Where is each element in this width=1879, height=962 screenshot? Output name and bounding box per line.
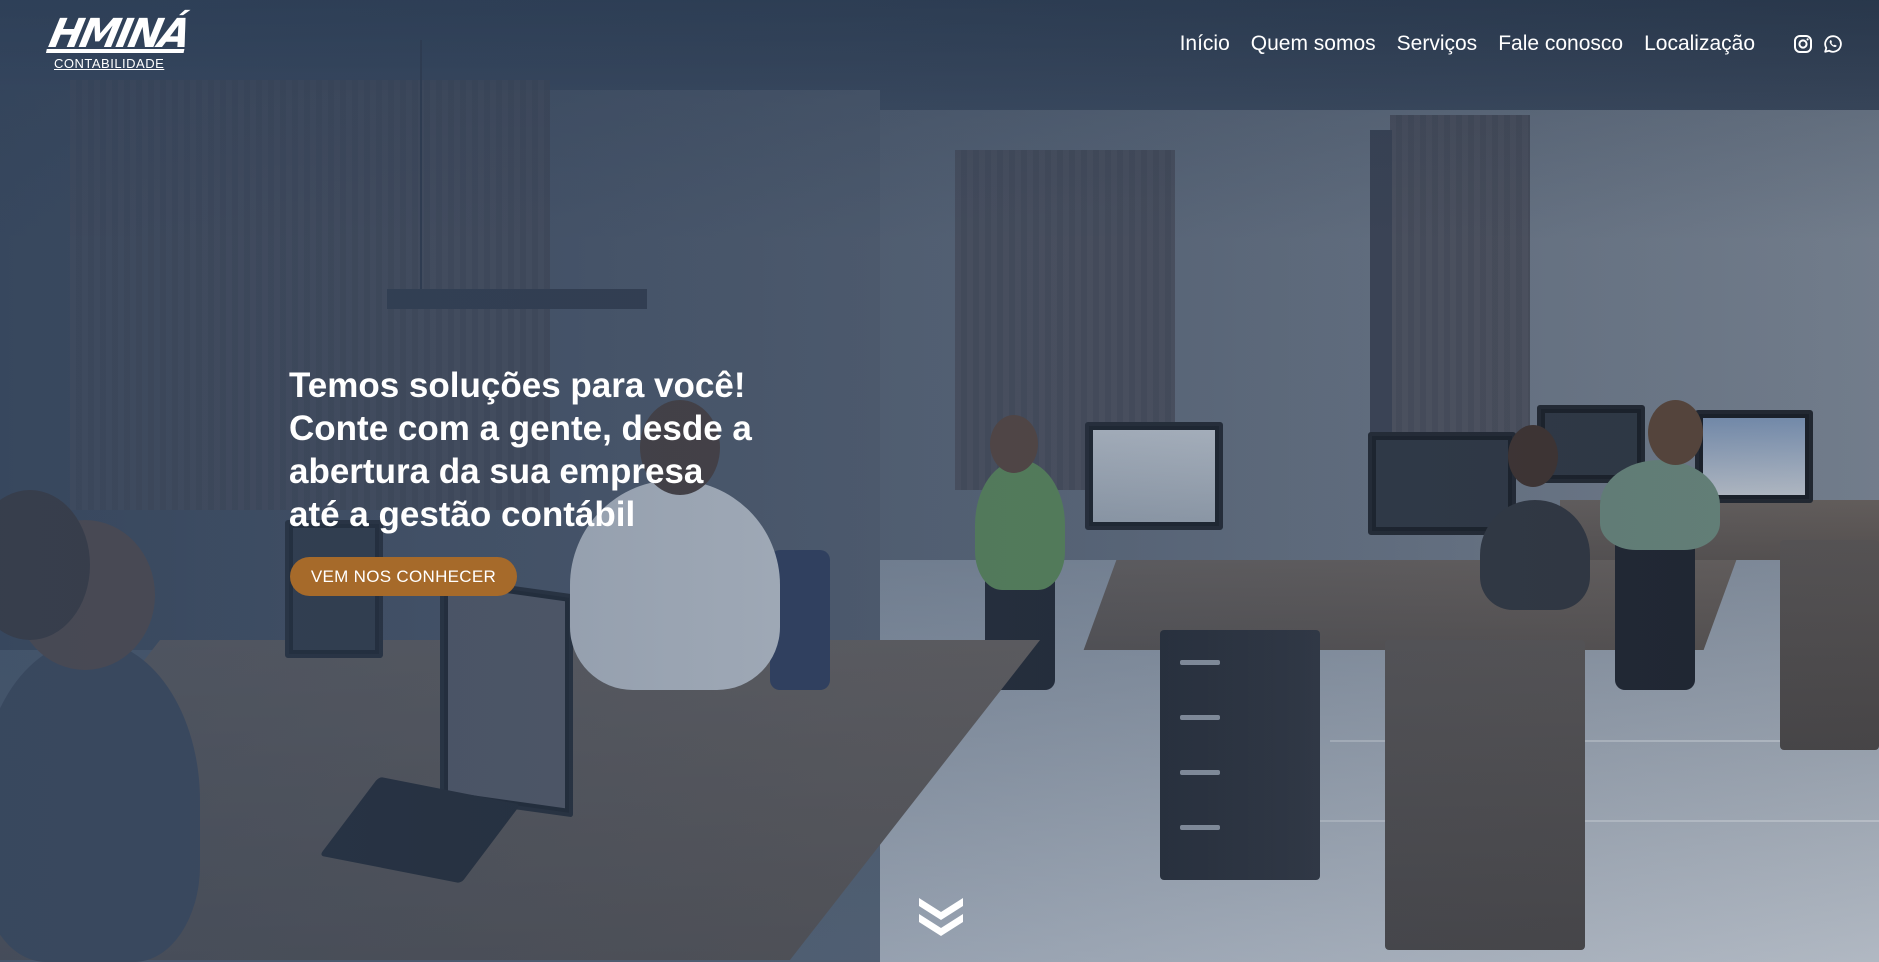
social-links bbox=[1793, 34, 1843, 54]
vem-nos-conhecer-button[interactable]: VEM NOS CONHECER bbox=[290, 557, 517, 596]
instagram-icon[interactable] bbox=[1793, 34, 1813, 54]
blue-overlay bbox=[0, 0, 1879, 962]
nav-item-servicos[interactable]: Serviços bbox=[1397, 32, 1478, 56]
hero-background-photo bbox=[0, 0, 1879, 962]
whatsapp-icon[interactable] bbox=[1823, 34, 1843, 54]
brand-logo[interactable]: HMINÁ CONTABILIDADE bbox=[45, 11, 192, 80]
logo-mark: HMINÁ bbox=[45, 11, 193, 57]
double-chevron-down-icon[interactable] bbox=[916, 892, 966, 942]
nav-item-inicio[interactable]: Início bbox=[1180, 32, 1230, 56]
main-nav: Início Quem somos Serviços Fale conosco … bbox=[1180, 32, 1755, 56]
nav-item-quem-somos[interactable]: Quem somos bbox=[1251, 32, 1376, 56]
hero-title: Temos soluções para você! Conte com a ge… bbox=[289, 366, 752, 534]
nav-item-fale-conosco[interactable]: Fale conosco bbox=[1498, 32, 1623, 56]
logo-subtitle: CONTABILIDADE bbox=[54, 56, 165, 71]
site-header: HMINÁ CONTABILIDADE Início Quem somos Se… bbox=[0, 0, 1879, 95]
nav-item-localizacao[interactable]: Localização bbox=[1644, 32, 1755, 56]
